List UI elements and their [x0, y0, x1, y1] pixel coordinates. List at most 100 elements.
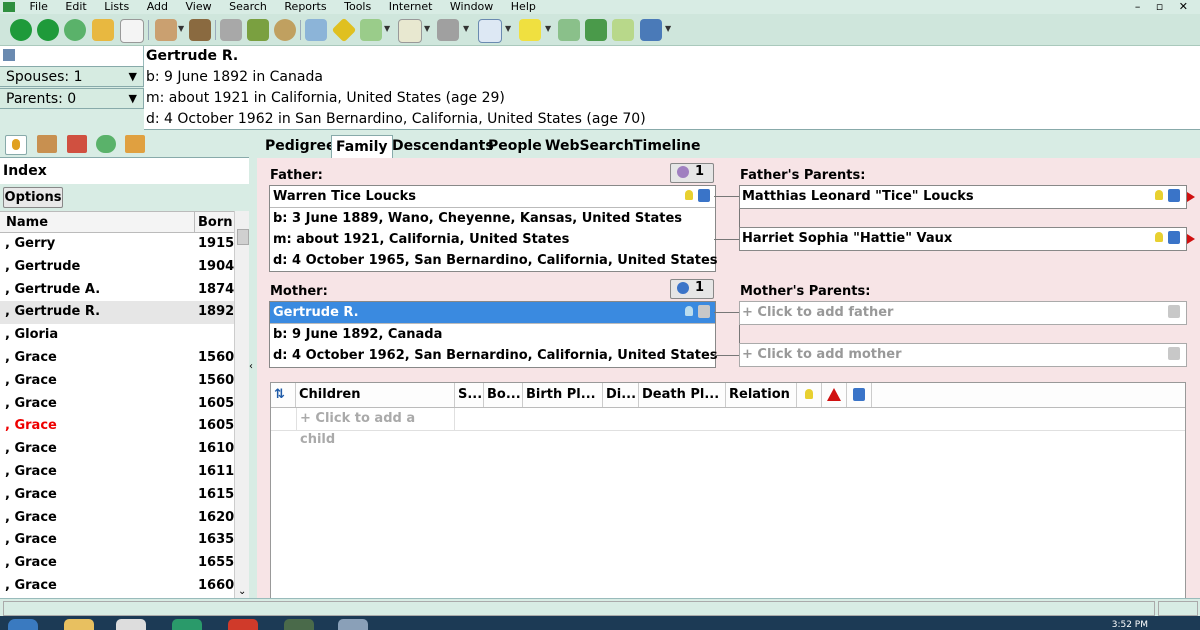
forward-icon[interactable]: [37, 19, 59, 41]
familysearch-icon[interactable]: [698, 305, 710, 318]
menu-internet[interactable]: Internet: [382, 0, 440, 14]
mother-card[interactable]: Gertrude R. b: 9 June 1892, Canada d: 4 …: [269, 301, 718, 368]
column-born[interactable]: Born: [194, 212, 238, 233]
chevron-down-icon[interactable]: ▼: [665, 24, 671, 33]
media-icon[interactable]: [437, 19, 459, 41]
tag-icon[interactable]: [360, 19, 382, 41]
panel-splitter[interactable]: ‹: [249, 131, 257, 598]
father-spouse-count-button[interactable]: 1: [670, 163, 714, 183]
window-controls[interactable]: – ▫ ✕: [1135, 0, 1194, 14]
add-father-button[interactable]: + Click to add father: [739, 301, 1187, 325]
hint-bulb-icon[interactable]: [685, 190, 693, 200]
list-item[interactable]: , Gertrude A. 1874: [0, 279, 234, 302]
home-icon[interactable]: [585, 19, 607, 41]
refresh-icon[interactable]: [64, 19, 86, 41]
chevron-down-icon[interactable]: ▼: [424, 24, 430, 33]
list-item-selected[interactable]: , Gertrude R. 1892: [0, 301, 234, 325]
list-item[interactable]: , Grace 1660: [0, 575, 234, 598]
chevron-left-icon[interactable]: ‹: [249, 361, 253, 372]
options-button[interactable]: Options: [3, 187, 63, 208]
hint-bulb-icon[interactable]: [1155, 232, 1163, 242]
menu-lists[interactable]: Lists: [97, 0, 136, 14]
scrollbar-thumb[interactable]: [237, 229, 249, 245]
column-children[interactable]: Children: [296, 383, 455, 407]
back-icon[interactable]: [10, 19, 32, 41]
list-item[interactable]: , Grace 1611: [0, 461, 234, 484]
column-hints[interactable]: [797, 383, 822, 407]
column-death-place[interactable]: Death Pl...: [639, 383, 726, 407]
navigate-icon[interactable]: [331, 17, 357, 43]
chevron-down-icon[interactable]: ▼: [463, 24, 469, 33]
add-mother-button[interactable]: + Click to add mother: [739, 343, 1187, 367]
chevron-down-icon[interactable]: ▼: [505, 24, 511, 33]
chevron-down-icon[interactable]: ▼: [384, 24, 390, 33]
scroll-down-icon[interactable]: ⌄: [238, 586, 246, 597]
new-file-icon[interactable]: [120, 19, 144, 43]
exit-icon[interactable]: [612, 19, 634, 41]
person-icon[interactable]: [189, 19, 211, 41]
chevron-down-icon[interactable]: ▼: [545, 24, 551, 33]
column-relation[interactable]: Relation: [726, 383, 797, 407]
list-item[interactable]: , Gertrude 1904: [0, 256, 234, 279]
card-icon[interactable]: [478, 19, 502, 43]
menu-edit[interactable]: Edit: [58, 0, 93, 14]
app-taskbar-icon[interactable]: [284, 619, 314, 630]
hint-bulb-icon[interactable]: [685, 306, 693, 316]
column-problems[interactable]: [822, 383, 847, 407]
column-sex[interactable]: S...: [455, 383, 484, 407]
index-list[interactable]: , Gerry 1915 , Gertrude 1904 , Gertrude A.…: [0, 233, 234, 598]
column-name[interactable]: Name: [6, 212, 48, 233]
spouses-dropdown[interactable]: Spouses: 1 ▼: [0, 66, 144, 87]
menu-add[interactable]: Add: [140, 0, 175, 14]
tab-websearch[interactable]: WebSearch: [541, 135, 638, 158]
edit-card-icon[interactable]: [3, 49, 15, 61]
chart-icon[interactable]: [558, 19, 580, 41]
app-taskbar-icon[interactable]: [116, 619, 146, 630]
history-icon[interactable]: [96, 135, 116, 153]
tab-descendants[interactable]: Descendants: [388, 135, 498, 158]
tab-timeline[interactable]: Timeline: [629, 135, 705, 158]
menu-reports[interactable]: Reports: [277, 0, 333, 14]
menu-file[interactable]: File: [23, 0, 55, 14]
list-item[interactable]: , Grace 1560: [0, 347, 234, 370]
parents-dropdown[interactable]: Parents: 0 ▼: [0, 88, 144, 109]
add-child-button[interactable]: + Click to add a child: [296, 408, 455, 447]
expand-arrow-icon[interactable]: [1187, 234, 1195, 244]
familysearch-icon[interactable]: [1168, 305, 1180, 318]
app-taskbar-icon[interactable]: [338, 619, 368, 630]
open-folder-icon[interactable]: [92, 19, 114, 41]
father-card[interactable]: Warren Tice Loucks b: 3 June 1889, Wano,…: [269, 185, 718, 272]
tab-pedigree[interactable]: Pedigree: [261, 135, 340, 158]
bookmark-icon[interactable]: [67, 135, 87, 153]
familysearch-icon[interactable]: [1168, 231, 1180, 244]
search-icon[interactable]: [274, 19, 296, 41]
column-died[interactable]: Di...: [603, 383, 639, 407]
tab-family[interactable]: Family: [331, 135, 393, 159]
list-icon[interactable]: [398, 19, 422, 43]
index-scrollbar[interactable]: ⌄: [234, 211, 249, 598]
chevron-down-icon[interactable]: ▼: [178, 24, 184, 33]
print-icon[interactable]: [220, 19, 242, 41]
column-birth-place[interactable]: Birth Pl...: [523, 383, 603, 407]
tree-icon[interactable]: [305, 19, 327, 41]
familysearch-icon[interactable]: [1168, 347, 1180, 360]
menu-window[interactable]: Window: [443, 0, 500, 14]
familysearch-icon[interactable]: [1168, 189, 1180, 202]
list-item[interactable]: , Grace 1615: [0, 484, 234, 507]
familysearch-icon[interactable]: [698, 189, 710, 202]
start-button-icon[interactable]: [8, 619, 38, 630]
browser-taskbar-icon[interactable]: [228, 619, 258, 630]
expand-arrow-icon[interactable]: [1187, 192, 1195, 202]
family-group-icon[interactable]: [37, 135, 57, 153]
hint-bulb-icon[interactable]: [1155, 190, 1163, 200]
list-item[interactable]: , Grace 1610: [0, 438, 234, 461]
tab-people[interactable]: People: [484, 135, 546, 158]
menu-view[interactable]: View: [179, 0, 219, 14]
list-item[interactable]: , Grace 1620: [0, 507, 234, 530]
mother-spouse-count-button[interactable]: 1: [670, 279, 714, 299]
rootsmagic-taskbar-icon[interactable]: [172, 619, 202, 630]
paternal-grandmother-card[interactable]: Harriet Sophia "Hattie" Vaux: [739, 227, 1187, 251]
groups-icon[interactable]: [125, 135, 145, 153]
menu-tools[interactable]: Tools: [337, 0, 378, 14]
column-born[interactable]: Bo...: [484, 383, 523, 407]
